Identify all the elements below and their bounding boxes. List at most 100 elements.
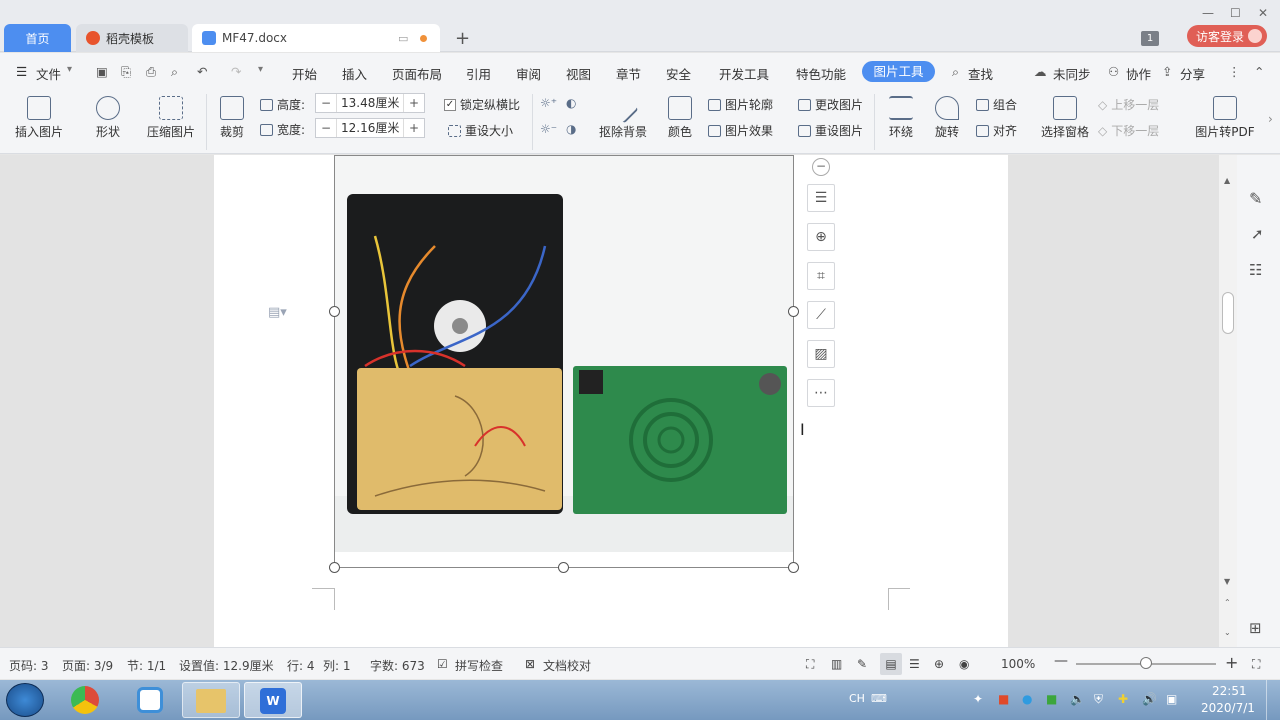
tab-document[interactable]: MF47.docx ▭ xyxy=(192,24,440,52)
tray-app-icon[interactable]: ✦ xyxy=(973,692,983,706)
print-preview-icon[interactable]: ⌕ xyxy=(171,64,178,80)
lock-ratio-checkbox[interactable]: ✓ 锁定纵横比 xyxy=(444,96,520,113)
height-stepper[interactable]: −13.48厘米 + xyxy=(315,93,425,113)
scrollbar-thumb[interactable] xyxy=(1222,292,1234,334)
height-decrease-button[interactable]: − xyxy=(316,96,336,110)
status-word-count[interactable]: 字数: 673 xyxy=(370,657,425,674)
network-icon[interactable]: ▣ xyxy=(1166,692,1177,706)
export-icon[interactable]: ⎘ xyxy=(121,64,131,80)
scroll-down-icon[interactable]: ▼ xyxy=(1224,577,1230,586)
status-pages[interactable]: 页面: 3/9 xyxy=(62,657,113,674)
zoom-in-button[interactable]: + xyxy=(1225,653,1238,672)
tray-speaker-icon[interactable]: 🔈 xyxy=(1070,692,1085,706)
monitor-icon[interactable]: ▭ xyxy=(398,32,408,45)
menu-file[interactable]: 文件 xyxy=(36,64,61,83)
web-view-icon[interactable]: ⊕ xyxy=(934,657,944,671)
read-mode-icon[interactable]: ▥ xyxy=(831,657,842,671)
menu-review[interactable]: 审阅 xyxy=(516,64,541,83)
selected-picture[interactable] xyxy=(334,155,794,568)
vertical-scrollbar[interactable] xyxy=(1219,155,1237,647)
shape-button[interactable]: 形状 xyxy=(88,96,128,140)
page-view-icon[interactable]: ▤ xyxy=(880,653,902,675)
ribbon-scroll-right-icon[interactable]: › xyxy=(1268,112,1273,126)
layout-options-button[interactable]: ☰ xyxy=(807,184,835,212)
group-button[interactable]: 组合 xyxy=(976,96,1017,113)
picture-to-pdf-button[interactable]: 图片转PDF xyxy=(1192,96,1258,140)
guest-login-button[interactable]: 访客登录 xyxy=(1187,25,1267,47)
insert-picture-button[interactable]: 插入图片 xyxy=(8,96,70,140)
show-desktop-button[interactable] xyxy=(1266,680,1280,720)
menu-search[interactable]: 查找 xyxy=(968,64,993,83)
zoom-level[interactable]: 100% xyxy=(1001,657,1035,671)
taskbar-explorer-icon[interactable] xyxy=(182,682,240,718)
contrast-up-icon[interactable]: ◐ xyxy=(566,96,576,110)
more-menu-icon[interactable]: ⋮ xyxy=(1228,64,1241,79)
tray-plus-icon[interactable]: ✚ xyxy=(1118,692,1128,706)
menu-page-layout[interactable]: 页面布局 xyxy=(392,64,442,83)
menu-picture-tools[interactable]: 图片工具 xyxy=(862,61,935,82)
color-button[interactable]: 颜色 xyxy=(662,96,698,140)
zoom-slider-thumb[interactable] xyxy=(1140,657,1152,669)
menu-collaborate[interactable]: 协作 xyxy=(1126,64,1151,83)
tab-home[interactable]: 首页 xyxy=(4,24,71,52)
clock-date[interactable]: 2020/7/1 xyxy=(1201,701,1255,715)
menu-sync-status[interactable]: 未同步 xyxy=(1053,64,1091,83)
keyboard-icon[interactable]: ⌨ xyxy=(871,692,887,705)
resize-handle-bottom[interactable] xyxy=(558,562,569,573)
tray-security-icon[interactable]: ■ xyxy=(998,692,1009,706)
write-mode-icon[interactable]: ✎ xyxy=(857,657,867,671)
window-count-badge[interactable]: 1 xyxy=(1141,31,1159,46)
collapse-ribbon-icon[interactable]: ⌃ xyxy=(1254,64,1264,79)
menu-references[interactable]: 引用 xyxy=(466,64,491,83)
chevron-down-icon[interactable]: ▾ xyxy=(67,64,72,75)
maximize-icon[interactable]: ☐ xyxy=(1230,6,1241,20)
reset-picture-button[interactable]: 重设图片 xyxy=(798,122,863,139)
close-icon[interactable]: ✕ xyxy=(1258,6,1268,20)
pointer-icon[interactable]: ➚ xyxy=(1251,225,1264,243)
menu-start[interactable]: 开始 xyxy=(292,64,317,83)
width-increase-button[interactable]: + xyxy=(404,121,424,135)
picture-effect-button[interactable]: 图片效果 xyxy=(708,122,773,139)
pen-icon[interactable]: ✎ xyxy=(1249,189,1262,208)
next-page-icon[interactable]: ⌄ xyxy=(1224,628,1231,637)
taskbar-chrome-icon[interactable] xyxy=(56,682,114,718)
wrap-button[interactable]: 环绕 xyxy=(882,96,920,140)
contrast-down-icon[interactable]: ◑ xyxy=(566,122,576,136)
new-tab-button[interactable]: + xyxy=(455,28,470,49)
hamburger-icon[interactable]: ☰ xyxy=(16,64,27,79)
more-options-button[interactable]: ⋯ xyxy=(807,379,835,407)
remove-bg-quick-button[interactable]: ⟋ xyxy=(807,301,835,329)
tray-cloud-icon[interactable]: ● xyxy=(1022,692,1032,706)
tab-daoke-templates[interactable]: 稻壳模板 xyxy=(76,24,188,52)
resize-handle-bottom-left[interactable] xyxy=(329,562,340,573)
proofread-button[interactable]: 文档校对 xyxy=(543,657,591,674)
menu-share[interactable]: 分享 xyxy=(1180,64,1205,83)
volume-icon[interactable]: 🔊 xyxy=(1142,692,1157,706)
selection-pane-button[interactable]: 选择窗格 xyxy=(1040,96,1090,140)
taskbar-wps-icon[interactable]: W xyxy=(244,682,302,718)
start-button[interactable] xyxy=(6,683,44,717)
menu-security[interactable]: 安全 xyxy=(666,64,691,83)
zoom-picture-button[interactable]: ⊕ xyxy=(807,223,835,251)
height-input[interactable]: 13.48厘米 xyxy=(336,94,404,112)
eye-protect-icon[interactable]: ◉ xyxy=(959,657,969,671)
send-backward-button[interactable]: ◇ 下移一层 xyxy=(1098,122,1159,139)
fit-window-icon[interactable]: ⛶ xyxy=(1252,657,1260,672)
redo-icon[interactable]: ↷ xyxy=(231,64,241,79)
align-button[interactable]: 对齐 xyxy=(976,122,1017,139)
clock-time[interactable]: 22:51 xyxy=(1212,684,1247,698)
fullscreen-icon[interactable]: ⛶ xyxy=(806,657,814,672)
height-increase-button[interactable]: + xyxy=(404,96,424,110)
ime-indicator[interactable]: CH xyxy=(849,692,865,705)
minimize-icon[interactable]: — xyxy=(1202,6,1214,20)
width-stepper[interactable]: −12.16厘米 + xyxy=(315,118,425,138)
save-icon[interactable]: ▣ xyxy=(96,64,108,79)
status-page-number[interactable]: 页码: 3 xyxy=(9,657,49,674)
resize-handle-right[interactable] xyxy=(788,306,799,317)
undo-icon[interactable]: ↶ xyxy=(197,64,207,79)
scroll-up-icon[interactable]: ▲ xyxy=(1224,176,1230,185)
picture-edit-quick-button[interactable]: ▨ xyxy=(807,340,835,368)
menu-insert[interactable]: 插入 xyxy=(342,64,367,83)
adjust-icon[interactable]: ☷ xyxy=(1249,261,1262,279)
compress-picture-button[interactable]: 压缩图片 xyxy=(143,96,199,140)
